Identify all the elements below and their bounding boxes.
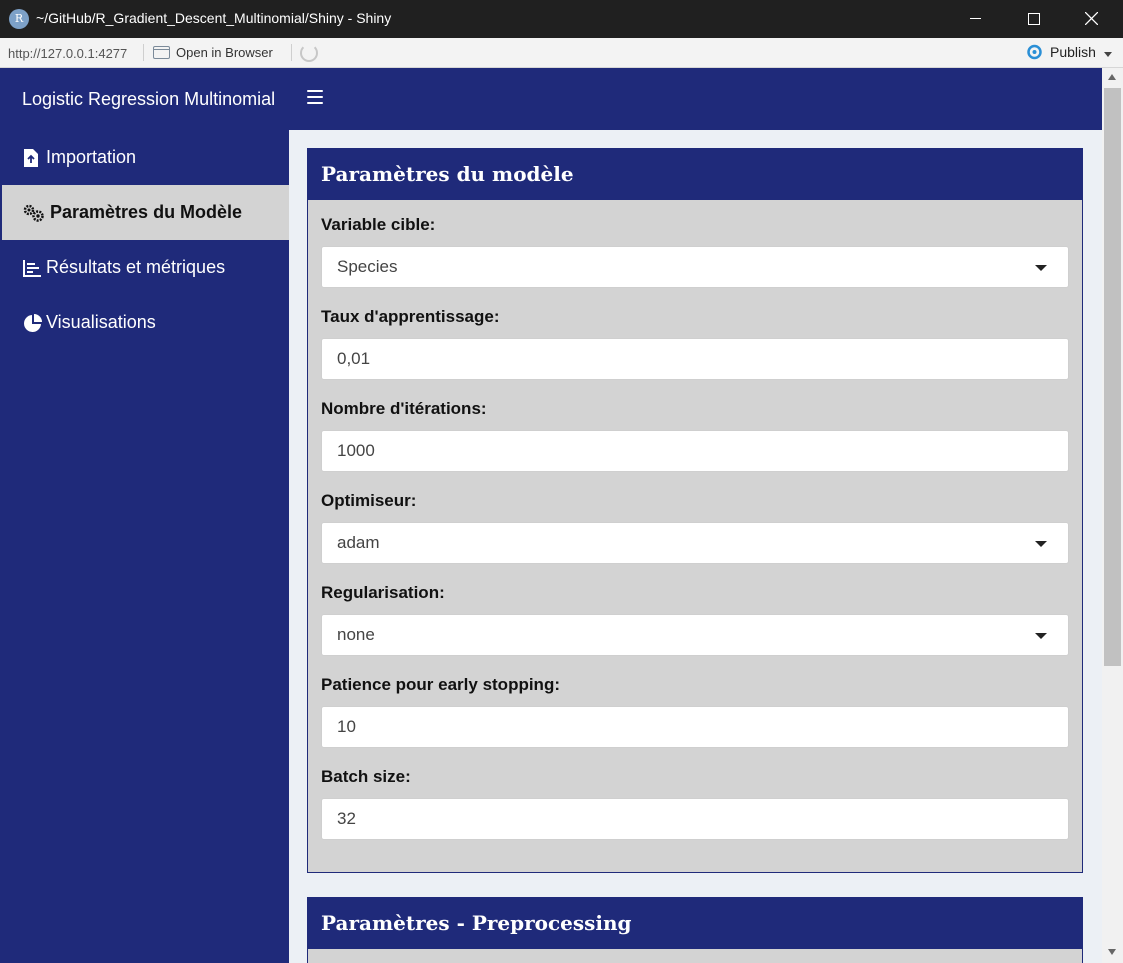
- field-label: Nombre d'itérations:: [321, 399, 487, 418]
- sidebar-item-resultats[interactable]: Résultats et métriques: [2, 240, 289, 295]
- browser-window-icon: [153, 46, 170, 59]
- cogs-icon: [23, 204, 45, 222]
- sidebar-item-label: Paramètres du Modèle: [50, 202, 243, 222]
- taux-apprentissage-input[interactable]: 0,01: [321, 338, 1069, 380]
- publish-icon: [1027, 44, 1042, 60]
- close-button[interactable]: [1062, 0, 1120, 38]
- scroll-down-icon[interactable]: [1108, 949, 1116, 955]
- sidebar: Logistic Regression Multinomial Importat…: [2, 68, 289, 963]
- sidebar-item-label: Importation: [46, 147, 137, 167]
- bar-chart-icon: [23, 259, 41, 277]
- field-label: Variable cible:: [321, 215, 436, 234]
- toolbar-divider: [291, 44, 292, 61]
- hamburger-menu-icon[interactable]: [307, 90, 323, 104]
- field-batch-size: Batch size: 32: [321, 765, 1069, 840]
- optimiseur-select[interactable]: adam: [321, 522, 1069, 564]
- sidebar-item-importation[interactable]: Importation: [2, 130, 289, 185]
- field-label: Taux d'apprentissage:: [321, 307, 500, 326]
- field-label: Patience pour early stopping:: [321, 675, 560, 694]
- select-value: none: [337, 625, 375, 644]
- field-patience: Patience pour early stopping: 10: [321, 673, 1069, 748]
- url-label[interactable]: http://127.0.0.1:4277: [8, 46, 127, 61]
- scroll-up-icon[interactable]: [1108, 74, 1116, 80]
- field-label: Regularisation:: [321, 583, 445, 602]
- box-title: Paramètres - Preprocessing: [308, 898, 1082, 949]
- chevron-down-icon: [1035, 541, 1047, 547]
- main-content: Paramètres du modèle Variable cible: Spe…: [289, 130, 1102, 963]
- chevron-down-icon: [1035, 633, 1047, 639]
- window-title: ~/GitHub/R_Gradient_Descent_Multinomial/…: [36, 10, 392, 26]
- window-titlebar: R ~/GitHub/R_Gradient_Descent_Multinomia…: [0, 0, 1123, 38]
- select-value: adam: [337, 533, 380, 552]
- publish-label: Publish: [1050, 44, 1096, 60]
- r-logo-icon: R: [9, 9, 29, 29]
- field-label: Batch size:: [321, 767, 411, 786]
- publish-button[interactable]: Publish: [1025, 44, 1096, 60]
- sidebar-item-parametres[interactable]: Paramètres du Modèle: [2, 185, 289, 240]
- box-title: Paramètres du modèle: [308, 149, 1082, 200]
- app-brand: Logistic Regression Multinomial: [22, 89, 276, 109]
- app-header: [289, 68, 1102, 130]
- sidebar-item-label: Visualisations: [46, 312, 156, 332]
- field-optimiseur: Optimiseur: adam: [321, 489, 1069, 564]
- open-in-browser-label: Open in Browser: [176, 45, 273, 60]
- publish-dropdown-icon[interactable]: [1104, 52, 1112, 57]
- field-variable-cible: Variable cible: Species: [321, 213, 1069, 288]
- nombre-iterations-input[interactable]: 1000: [321, 430, 1069, 472]
- field-nombre-iterations: Nombre d'itérations: 1000: [321, 397, 1069, 472]
- minimize-button[interactable]: [946, 0, 1004, 38]
- toolbar-divider: [143, 44, 144, 61]
- chevron-down-icon: [1035, 265, 1047, 271]
- close-icon: [1085, 12, 1098, 25]
- field-label: Optimiseur:: [321, 491, 417, 510]
- pie-chart-icon: [23, 313, 42, 332]
- preprocessing-box: Paramètres - Preprocessing: [307, 897, 1083, 963]
- viewer-toolbar: http://127.0.0.1:4277 Open in Browser Pu…: [0, 38, 1123, 68]
- select-value: Species: [337, 257, 398, 276]
- maximize-button[interactable]: [1004, 0, 1062, 38]
- file-upload-icon: [23, 148, 41, 167]
- shiny-app: Logistic Regression Multinomial Importat…: [2, 68, 1102, 963]
- sidebar-item-visualisations[interactable]: Visualisations: [2, 295, 289, 350]
- variable-cible-select[interactable]: Species: [321, 246, 1069, 288]
- field-regularisation: Regularisation: none: [321, 581, 1069, 656]
- vertical-scrollbar[interactable]: [1102, 68, 1123, 963]
- open-in-browser-button[interactable]: Open in Browser: [153, 45, 273, 60]
- scrollbar-thumb[interactable]: [1104, 88, 1121, 666]
- model-params-box: Paramètres du modèle Variable cible: Spe…: [307, 148, 1083, 873]
- field-taux-apprentissage: Taux d'apprentissage: 0,01: [321, 305, 1069, 380]
- sidebar-item-label: Résultats et métriques: [46, 257, 226, 277]
- refresh-icon[interactable]: [300, 44, 318, 62]
- regularisation-select[interactable]: none: [321, 614, 1069, 656]
- batch-size-input[interactable]: 32: [321, 798, 1069, 840]
- patience-input[interactable]: 10: [321, 706, 1069, 748]
